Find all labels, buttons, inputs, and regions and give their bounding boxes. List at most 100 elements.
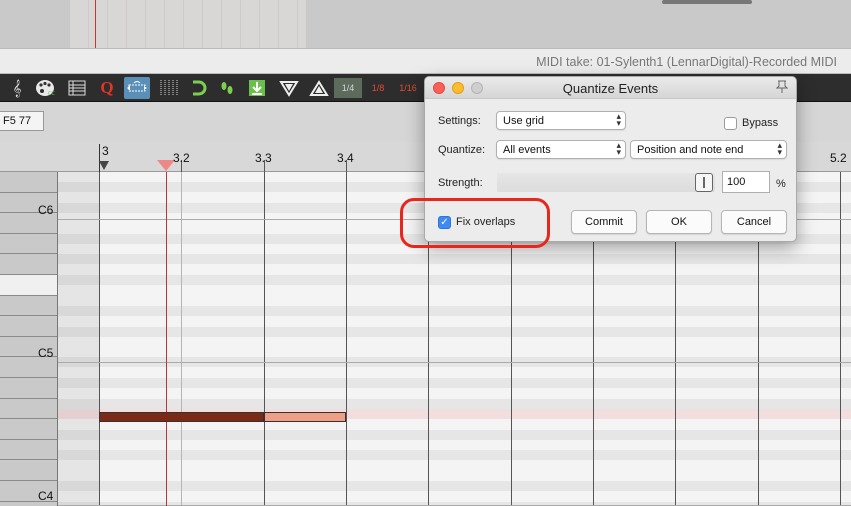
triangle-up-icon[interactable] [306, 77, 332, 99]
arrange-scroll-handle[interactable] [662, 0, 752, 4]
grid-line [181, 172, 182, 506]
pitch-row [58, 450, 851, 461]
pitch-row [58, 306, 851, 317]
arrange-item[interactable] [70, 0, 306, 48]
commit-button[interactable]: Commit [571, 210, 637, 234]
midi-note[interactable] [99, 412, 264, 422]
footprints-icon[interactable] [214, 77, 240, 99]
settings-label: Settings: [438, 115, 481, 127]
bypass-label: Bypass [742, 117, 779, 129]
list-icon[interactable] [64, 77, 90, 99]
ruler-label: 3.3 [255, 151, 272, 165]
pitch-row [58, 440, 851, 450]
piano-key[interactable] [0, 275, 57, 296]
ruler-label: 3 [102, 144, 109, 158]
pitch-row [58, 471, 851, 481]
grid-1-8-button[interactable]: 1/8 [364, 78, 392, 98]
ok-button[interactable]: OK [646, 210, 712, 234]
arrange-strip [0, 0, 851, 48]
grid-lines-icon[interactable] [155, 77, 181, 99]
pitch-row [58, 254, 851, 265]
pitch-row [58, 296, 851, 306]
position-value: Position and note end [637, 144, 744, 156]
piano-key[interactable] [0, 172, 57, 193]
grid-line [346, 172, 347, 506]
quantize-label: Quantize: [438, 144, 486, 156]
piano-key[interactable] [0, 295, 57, 317]
pitch-row [58, 430, 851, 441]
pitch-row [58, 275, 851, 286]
bypass-checkbox[interactable] [724, 117, 737, 130]
dialog-title: Quantize Events [562, 81, 659, 96]
treble-clef-icon[interactable]: 𝄞 [4, 77, 30, 99]
settings-select[interactable]: Use grid ▴ ▾ [496, 111, 626, 130]
piano-key[interactable] [0, 316, 57, 337]
start-marker-icon[interactable] [99, 161, 109, 170]
pitch-row [58, 481, 851, 492]
key-label-c6: C6 [38, 203, 54, 217]
midi-note-selected[interactable] [264, 412, 346, 422]
piano-key[interactable] [0, 419, 57, 440]
strength-slider-thumb[interactable] [695, 173, 713, 192]
stepper-chevron-icon: ▴ ▾ [777, 140, 782, 157]
play-cursor-line [166, 172, 167, 506]
ruler-label: 5.2 [830, 151, 847, 165]
grid-1-4-button[interactable]: 1/4 [334, 78, 362, 98]
pitch-row [58, 368, 851, 378]
ruler-label: 3.4 [337, 151, 354, 165]
quantize-select[interactable]: All events ▴ ▾ [496, 140, 626, 159]
piano-key[interactable] [0, 460, 57, 481]
stepper-chevron-icon: ▴ ▾ [616, 111, 621, 128]
pitch-row [58, 337, 851, 347]
arrange-play-cursor [95, 0, 96, 48]
key-label-c4: C4 [38, 489, 54, 503]
pitch-row [58, 265, 851, 275]
position-select[interactable]: Position and note end ▴ ▾ [630, 140, 787, 159]
grid-line [99, 172, 100, 506]
pitch-row [58, 460, 851, 470]
stepper-chevron-icon: ▴ ▾ [616, 140, 621, 157]
pitch-row [58, 388, 851, 398]
dialog-titlebar[interactable]: Quantize Events [425, 77, 796, 99]
piano-key[interactable] [0, 398, 57, 420]
strength-label: Strength: [438, 177, 483, 189]
piano-key[interactable] [0, 233, 57, 255]
palette-icon[interactable]: CC [32, 77, 58, 99]
midi-editor-titlebar: MIDI take: 01-Sylenth1 (LennarDigital)-R… [0, 48, 851, 74]
swing-icon[interactable] [124, 77, 150, 99]
pitch-row [58, 327, 851, 338]
piano-key[interactable] [0, 439, 57, 461]
strength-unit: % [776, 178, 786, 190]
piano-key[interactable] [0, 254, 57, 275]
grid-line [840, 172, 841, 506]
daw-screen: MIDI take: 01-Sylenth1 (LennarDigital)-R… [0, 0, 851, 506]
window-title: MIDI take: 01-Sylenth1 (LennarDigital)-R… [536, 55, 837, 69]
pitch-row [58, 285, 851, 295]
pre-item-shade [58, 172, 99, 506]
pitch-row [58, 316, 851, 326]
note-info-field[interactable]: F5 77 [0, 111, 44, 131]
ruler-label: 3.2 [173, 151, 190, 165]
strength-slider[interactable] [497, 173, 715, 192]
svg-text:CC: CC [48, 91, 55, 97]
pitch-row [58, 347, 851, 357]
pin-icon[interactable] [775, 80, 789, 97]
pitch-row [58, 491, 851, 501]
strength-input[interactable]: 100 [722, 171, 770, 193]
octave-line [58, 362, 851, 363]
grid-line [264, 172, 265, 506]
annotation-highlight-ring [400, 198, 550, 248]
quantize-value: All events [503, 144, 551, 156]
quantize-q-icon[interactable]: Q [94, 77, 120, 99]
loop-magnet-icon[interactable] [185, 77, 211, 99]
triangle-down-icon[interactable] [276, 77, 302, 99]
key-label-c5: C5 [38, 346, 54, 360]
piano-key[interactable] [0, 357, 57, 378]
insert-down-icon[interactable] [244, 77, 270, 99]
piano-keyboard[interactable]: C6 C5 C4 [0, 172, 58, 506]
piano-key[interactable] [0, 378, 57, 399]
pitch-row [58, 378, 851, 389]
cancel-button[interactable]: Cancel [721, 210, 787, 234]
grid-1-16-button[interactable]: 1/16 [394, 78, 422, 98]
pitch-row [58, 399, 851, 410]
